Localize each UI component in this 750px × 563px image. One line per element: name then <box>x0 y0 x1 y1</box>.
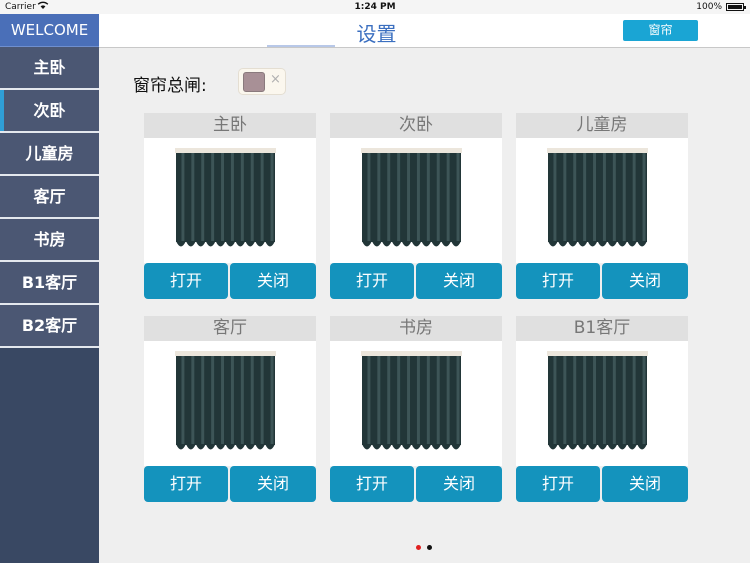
card-title: 儿童房 <box>516 113 688 138</box>
header: 设置 窗帘 <box>99 14 750 48</box>
curtain-icon <box>547 351 648 450</box>
curtain-icon <box>175 351 276 450</box>
welcome-banner: WELCOME <box>0 14 99 47</box>
card-image-area <box>144 341 316 466</box>
sidebar-item-kids-room[interactable]: 儿童房 <box>0 133 99 176</box>
close-icon: × <box>270 72 281 87</box>
card-image-area <box>516 138 688 263</box>
curtain-icon <box>361 351 462 450</box>
curtain-card-kids-room: 儿童房 打开 关闭 <box>516 113 688 299</box>
toggle-knob <box>243 72 265 92</box>
card-image-area <box>330 341 502 466</box>
sidebar-item-label: B1客厅 <box>21 273 78 292</box>
card-title: 书房 <box>330 316 502 341</box>
sidebar-item-label: 主卧 <box>33 58 66 77</box>
sidebar-item-label: 客厅 <box>33 187 66 206</box>
curtain-card-b1-living-room: B1客厅 打开 关闭 <box>516 316 688 502</box>
close-button[interactable]: 关闭 <box>602 466 688 502</box>
open-button[interactable]: 打开 <box>330 263 414 299</box>
curtain-card-study: 书房 打开 关闭 <box>330 316 502 502</box>
master-switch-toggle[interactable]: × <box>238 68 286 95</box>
status-bar: Carrier 1:24 PM 100% <box>0 0 750 14</box>
close-button[interactable]: 关闭 <box>230 263 316 299</box>
sidebar-item-master-bedroom[interactable]: 主卧 <box>0 47 99 90</box>
page-dot-current[interactable] <box>416 545 421 550</box>
curtain-icon <box>547 148 648 247</box>
open-button[interactable]: 打开 <box>144 466 228 502</box>
close-button[interactable]: 关闭 <box>416 263 502 299</box>
sidebar-item-study[interactable]: 书房 <box>0 219 99 262</box>
page-title: 设置 <box>356 22 397 46</box>
close-button[interactable]: 关闭 <box>230 466 316 502</box>
sidebar-item-b2-living-room[interactable]: B2客厅 <box>0 305 99 348</box>
open-button[interactable]: 打开 <box>516 466 600 502</box>
sidebar-item-label: 儿童房 <box>25 144 74 163</box>
status-time: 1:24 PM <box>354 2 396 12</box>
sidebar-item-label: 书房 <box>33 230 66 249</box>
master-switch-label: 窗帘总闸: <box>133 76 207 96</box>
sidebar-item-second-bedroom[interactable]: 次卧 <box>0 90 99 133</box>
curtain-icon <box>175 148 276 247</box>
close-button[interactable]: 关闭 <box>416 466 502 502</box>
page-dot[interactable] <box>427 545 432 550</box>
sidebar: WELCOME 主卧 次卧 儿童房 客厅 书房 B1客厅 B2客厅 <box>0 14 99 563</box>
curtain-nav-button[interactable]: 窗帘 <box>623 20 698 41</box>
card-title: 次卧 <box>330 113 502 138</box>
title-underline <box>267 45 335 47</box>
card-image-area <box>516 341 688 466</box>
sidebar-item-living-room[interactable]: 客厅 <box>0 176 99 219</box>
card-image-area <box>144 138 316 263</box>
battery-icon <box>726 3 746 11</box>
card-title: 主卧 <box>144 113 316 138</box>
card-title: B1客厅 <box>516 316 688 341</box>
close-button[interactable]: 关闭 <box>602 263 688 299</box>
sidebar-item-b1-living-room[interactable]: B1客厅 <box>0 262 99 305</box>
curtain-card-second-bedroom: 次卧 打开 关闭 <box>330 113 502 299</box>
card-title: 客厅 <box>144 316 316 341</box>
open-button[interactable]: 打开 <box>330 466 414 502</box>
open-button[interactable]: 打开 <box>144 263 228 299</box>
curtain-card-living-room: 客厅 打开 关闭 <box>144 316 316 502</box>
battery-percent: 100% <box>696 2 722 12</box>
sidebar-item-label: 次卧 <box>33 101 66 120</box>
curtain-card-master-bedroom: 主卧 打开 关闭 <box>144 113 316 299</box>
card-image-area <box>330 138 502 263</box>
open-button[interactable]: 打开 <box>516 263 600 299</box>
curtain-icon <box>361 148 462 247</box>
sidebar-item-label: B2客厅 <box>21 316 78 335</box>
